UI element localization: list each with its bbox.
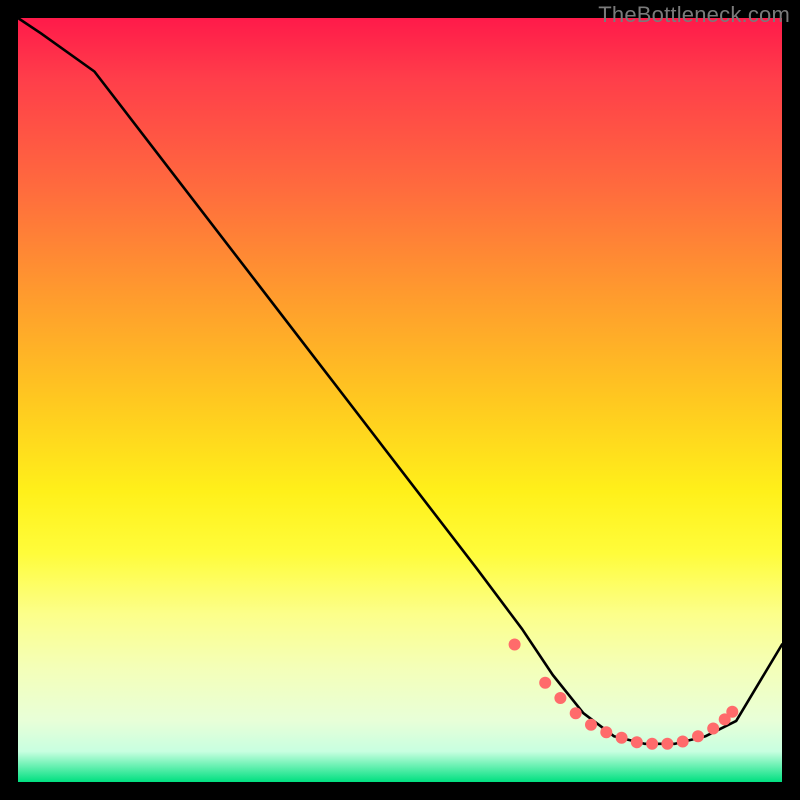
curve-dot (661, 738, 673, 750)
curve-dot (719, 713, 731, 725)
chart-svg (18, 18, 782, 782)
curve-dot (616, 732, 628, 744)
curve-dot (707, 723, 719, 735)
curve-dot (677, 736, 689, 748)
curve-dot (570, 707, 582, 719)
curve-dot (585, 719, 597, 731)
curve-dot (631, 736, 643, 748)
curve-dot (600, 726, 612, 738)
chart-frame: TheBottleneck.com (0, 0, 800, 800)
curve-dot (692, 730, 704, 742)
curve-dot (554, 692, 566, 704)
watermark-text: TheBottleneck.com (598, 2, 790, 28)
curve-line (18, 18, 782, 744)
curve-dot (646, 738, 658, 750)
chart-plot-area (18, 18, 782, 782)
curve-dot (726, 706, 738, 718)
curve-dot (539, 677, 551, 689)
curve-dot (509, 639, 521, 651)
curve-dots (509, 639, 739, 750)
